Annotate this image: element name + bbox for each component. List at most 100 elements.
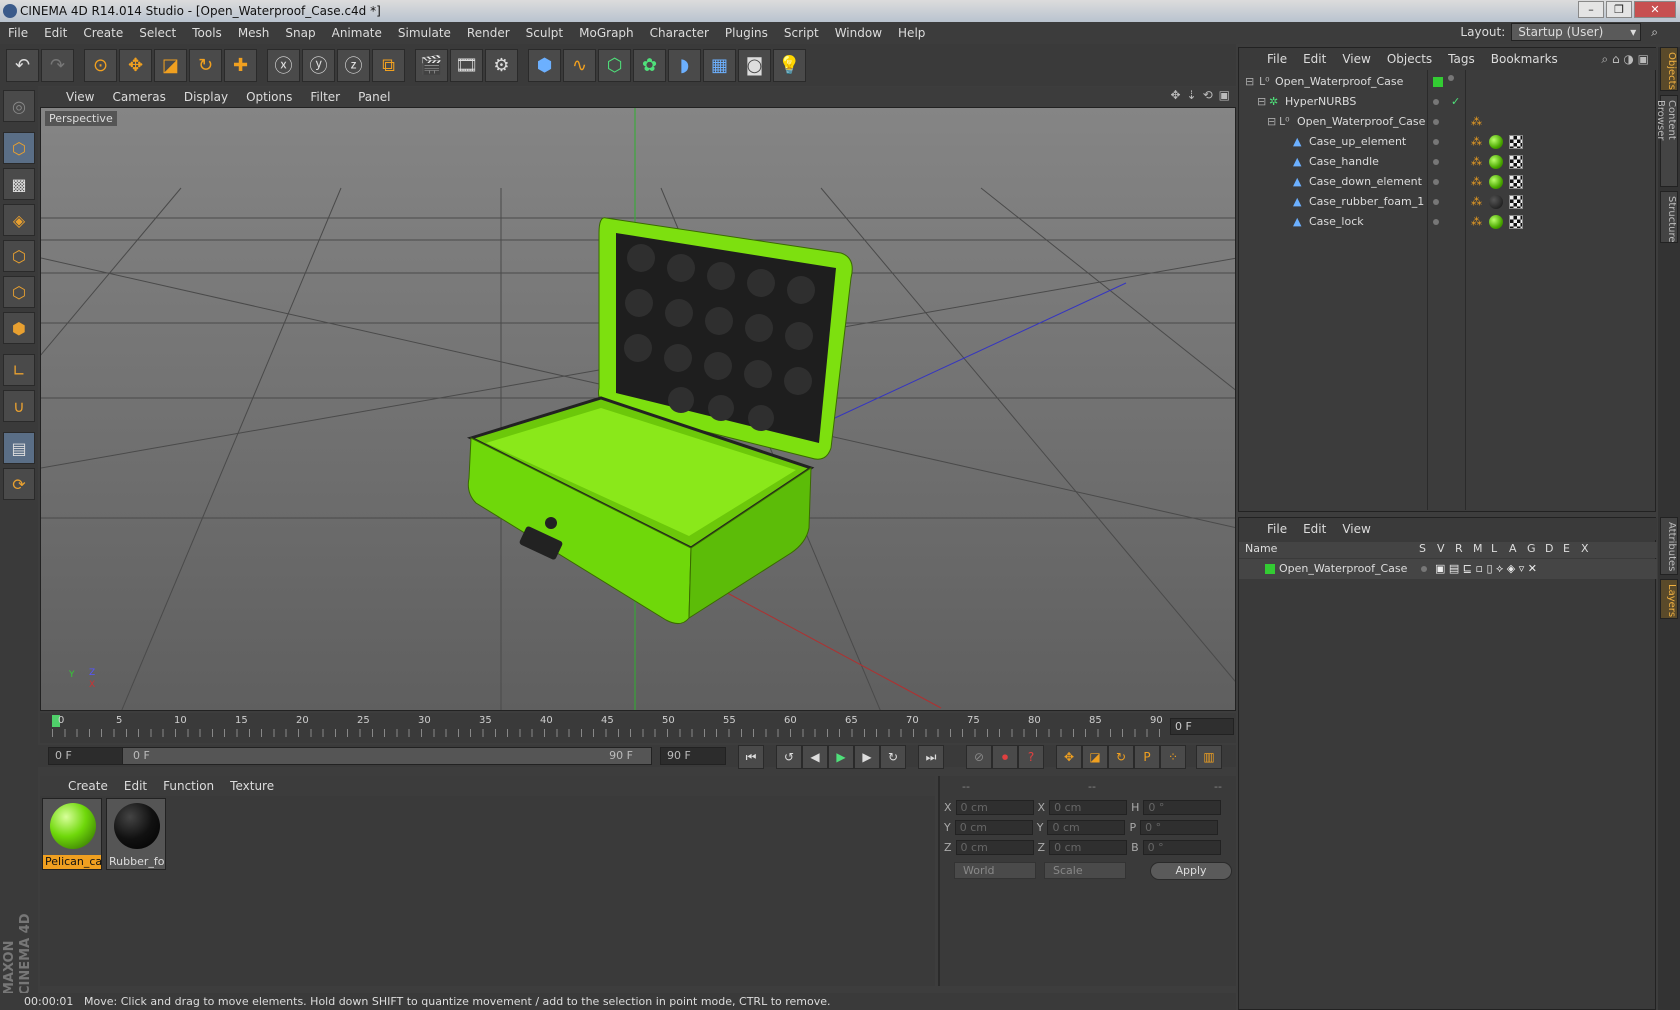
apply-button[interactable]: Apply — [1150, 862, 1232, 880]
next-frame-icon[interactable]: ▶ — [854, 745, 880, 769]
3d-viewport[interactable]: Perspective Y X Z — [40, 107, 1236, 711]
texture-mode-icon[interactable]: ▩ — [3, 168, 35, 200]
layer-color-icon[interactable] — [1433, 77, 1443, 87]
menu-render[interactable]: Render — [459, 26, 518, 40]
position-x-field[interactable]: 0 cm — [955, 800, 1034, 815]
object-search-icon[interactable]: ⌕ ⌂ ◑ ▣ — [1601, 52, 1649, 67]
tab-attributes[interactable]: Attributes — [1660, 517, 1678, 575]
menu-file[interactable]: File — [0, 26, 36, 40]
live-select-icon[interactable]: ⊙ — [84, 48, 117, 82]
key-position-icon[interactable]: ✥ — [1056, 745, 1082, 769]
material-tag-icon[interactable] — [1489, 195, 1503, 209]
rotation-b-field[interactable]: 0 ° — [1142, 840, 1221, 855]
close-button[interactable]: ✕ — [1634, 1, 1676, 18]
object-row[interactable]: ▲ Case_lock ⁂ — [1239, 212, 1657, 232]
undo-icon[interactable]: ↶ — [6, 48, 39, 82]
object-row[interactable]: ▲ Case_handle ⁂ — [1239, 152, 1657, 172]
layout-dropdown[interactable]: Startup (User) — [1511, 23, 1642, 41]
menu-simulate[interactable]: Simulate — [390, 26, 459, 40]
layer-col-animation[interactable]: A — [1509, 542, 1517, 555]
nurbs-icon[interactable]: ⬡ — [598, 48, 631, 82]
solo-dot-icon[interactable] — [1421, 566, 1427, 572]
dolly-icon[interactable]: ⇣ — [1187, 88, 1197, 102]
menu-edit[interactable]: Edit — [36, 26, 75, 40]
timeline-ruler[interactable]: 0 5 10 15 20 25 30 35 40 45 50 55 60 65 … — [40, 713, 1236, 743]
layer-col-generators[interactable]: G — [1527, 542, 1536, 555]
layer-menu-edit[interactable]: Edit — [1295, 522, 1334, 536]
size-mode-dropdown[interactable]: Scale — [1044, 862, 1126, 879]
x-axis-lock-icon[interactable]: ⓧ — [267, 48, 300, 82]
maximize-view-icon[interactable]: ▣ — [1219, 88, 1230, 102]
layer-menu-view[interactable]: View — [1334, 522, 1378, 536]
visibility-dot-icon[interactable] — [1433, 119, 1439, 125]
object-row[interactable]: ⊟ L⁰ Open_Waterproof_Case ⁂ — [1239, 112, 1657, 132]
object-row[interactable]: ⊟ L⁰ Open_Waterproof_Case — [1239, 72, 1657, 92]
tab-structure[interactable]: Structure — [1660, 191, 1678, 243]
key-pla-icon[interactable]: ⁘ — [1160, 745, 1186, 769]
search-icon[interactable]: ⌕ — [1651, 25, 1658, 40]
menu-animate[interactable]: Animate — [324, 26, 390, 40]
layer-col-deformers[interactable]: D — [1545, 542, 1553, 555]
rotate-tool-icon[interactable]: ↻ — [189, 48, 222, 82]
material-menu-texture[interactable]: Texture — [222, 779, 282, 793]
layer-row[interactable]: Open_Waterproof_Case ▣ ▤ ⊑ ▫ ▯ ⟡ ◈ ▿ ✕ — [1239, 559, 1657, 579]
menu-help[interactable]: Help — [890, 26, 933, 40]
material-menu-create[interactable]: Create — [60, 779, 116, 793]
menu-sculpt[interactable]: Sculpt — [518, 26, 571, 40]
coordinate-system-icon[interactable]: ⧉ — [372, 48, 405, 82]
key-param-icon[interactable]: P — [1134, 745, 1160, 769]
uvw-tag-icon[interactable] — [1509, 155, 1523, 169]
object-row[interactable]: ▲ Case_up_element ⁂ — [1239, 132, 1657, 152]
points-mode-icon[interactable]: ⬡ — [3, 240, 35, 272]
object-menu-bookmarks[interactable]: Bookmarks — [1483, 52, 1566, 66]
previous-frame-icon[interactable]: ◀ — [802, 745, 828, 769]
object-menu-file[interactable]: File — [1259, 52, 1295, 66]
rotation-h-field[interactable]: 0 ° — [1143, 800, 1222, 815]
viewport-menu-cameras[interactable]: Cameras — [104, 90, 173, 104]
object-row[interactable]: ▲ Case_down_element ⁂ — [1239, 172, 1657, 192]
layer-col-locked[interactable]: L — [1491, 542, 1497, 555]
uvw-tag-icon[interactable] — [1509, 135, 1523, 149]
menu-character[interactable]: Character — [642, 26, 717, 40]
viewport-menu-panel[interactable]: Panel — [350, 90, 398, 104]
material-menu-edit[interactable]: Edit — [116, 779, 155, 793]
menu-mograph[interactable]: MoGraph — [571, 26, 642, 40]
size-x-field[interactable]: 0 cm — [1049, 800, 1128, 815]
workplane-icon[interactable]: ◈ — [3, 204, 35, 236]
previous-key-icon[interactable]: ↺ — [776, 745, 802, 769]
menu-script[interactable]: Script — [776, 26, 827, 40]
coordinate-mode-dropdown[interactable]: World — [954, 862, 1036, 879]
menu-snap[interactable]: Snap — [277, 26, 323, 40]
menu-tools[interactable]: Tools — [184, 26, 230, 40]
layer-flag-icons[interactable]: ▣ ▤ ⊑ ▫ ▯ ⟡ ◈ ▿ ✕ — [1435, 559, 1537, 579]
enabled-check-icon[interactable]: ✓ — [1451, 92, 1460, 112]
visibility-dot-icon[interactable] — [1448, 75, 1454, 81]
pan-icon[interactable]: ✥ — [1170, 88, 1180, 102]
viewport-menu-view[interactable]: View — [58, 90, 102, 104]
material-swatch[interactable]: Pelican_cas — [42, 798, 102, 870]
menu-window[interactable]: Window — [827, 26, 890, 40]
key-rotation-icon[interactable]: ↻ — [1108, 745, 1134, 769]
timeline-window-icon[interactable]: ▥ — [1196, 745, 1222, 769]
y-axis-lock-icon[interactable]: ⓨ — [302, 48, 335, 82]
keyframe-selection-icon[interactable]: ? — [1018, 745, 1044, 769]
scale-tool-icon[interactable]: ◪ — [154, 48, 187, 82]
render-settings-icon[interactable]: ⚙ — [485, 48, 518, 82]
phong-tag-icon[interactable]: ⁂ — [1471, 192, 1482, 212]
go-to-end-icon[interactable]: ⏭ — [918, 745, 944, 769]
make-editable-icon[interactable]: ◎ — [3, 90, 35, 122]
object-menu-view[interactable]: View — [1334, 52, 1378, 66]
size-z-field[interactable]: 0 cm — [1049, 840, 1128, 855]
array-icon[interactable]: ✿ — [633, 48, 666, 82]
floor-scene-icon[interactable]: ▦ — [703, 48, 736, 82]
object-menu-tags[interactable]: Tags — [1440, 52, 1483, 66]
key-scale-icon[interactable]: ◪ — [1082, 745, 1108, 769]
end-frame-field[interactable]: 90 F — [660, 747, 726, 765]
material-tag-icon[interactable] — [1489, 175, 1503, 189]
visibility-dot-icon[interactable] — [1433, 179, 1439, 185]
visibility-dot-icon[interactable] — [1433, 99, 1439, 105]
menu-select[interactable]: Select — [131, 26, 184, 40]
layer-col-manager[interactable]: M — [1473, 542, 1483, 555]
orbit-icon[interactable]: ⟲ — [1203, 88, 1213, 102]
material-swatch[interactable]: Rubber_foa — [106, 798, 166, 870]
